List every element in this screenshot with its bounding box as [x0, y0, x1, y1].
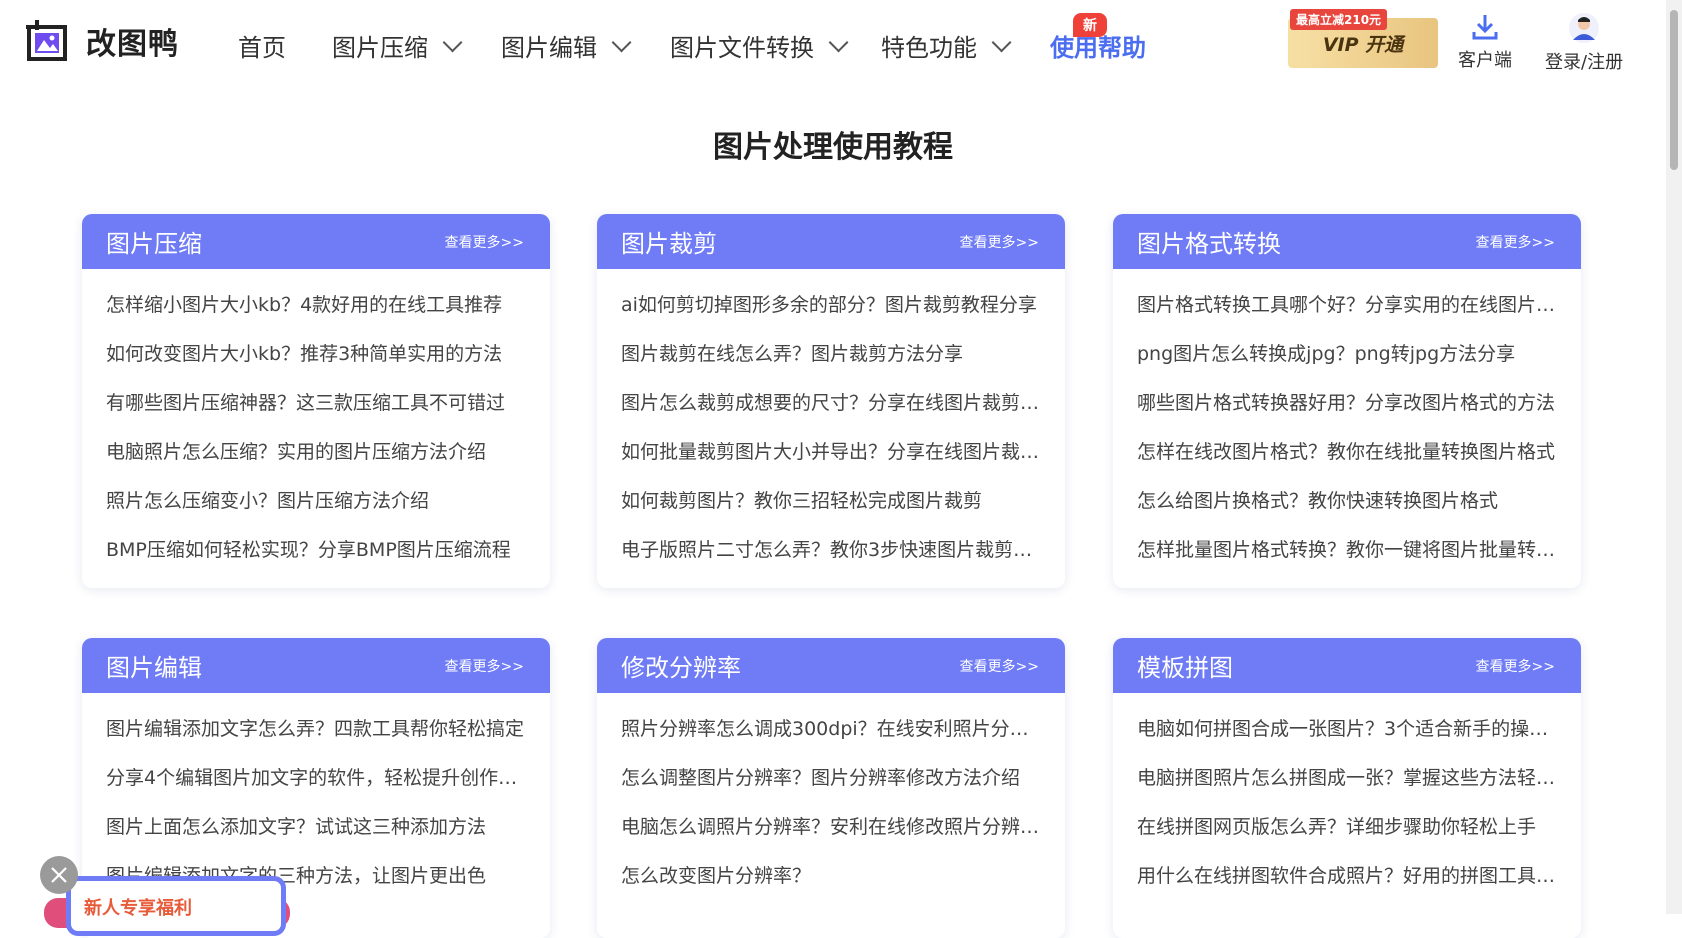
article-list: 照片分辨率怎么调成300dpi？在线安利照片分辨... 怎么调整图片分辨率？图片…: [597, 693, 1065, 901]
chevron-down-icon: [611, 32, 632, 52]
article-link[interactable]: ai如何剪切掉图形多余的部分？图片裁剪教程分享: [621, 281, 1041, 330]
top-header: 改图鸭 首页 图片压缩 图片编辑 图片文件转换 特色功能 新 使用帮助 VIP …: [0, 0, 1666, 88]
logo-text: 改图鸭: [86, 27, 179, 62]
card-header: 图片格式转换 查看更多>>: [1113, 214, 1581, 269]
article-link[interactable]: 图片格式转换工具哪个好？分享实用的在线图片格...: [1137, 281, 1557, 330]
nav-features[interactable]: 特色功能: [881, 28, 1012, 63]
promo-close-button[interactable]: [40, 856, 78, 894]
view-more-link[interactable]: 查看更多>>: [960, 656, 1039, 676]
article-link[interactable]: 怎么改变图片分辨率？: [621, 852, 1041, 901]
nav-home-label: 首页: [238, 34, 286, 62]
article-link[interactable]: 用什么在线拼图软件合成照片？好用的拼图工具安利: [1137, 852, 1557, 901]
article-link[interactable]: 电脑怎么调照片分辨率？安利在线修改照片分辨率...: [621, 803, 1041, 852]
scrollbar-thumb[interactable]: [1670, 10, 1678, 170]
article-link[interactable]: 如何裁剪图片？教你三招轻松完成图片裁剪: [621, 477, 1041, 526]
article-link[interactable]: png图片怎么转换成jpg？png转jpg方法分享: [1137, 330, 1557, 379]
tutorial-card-resolution: 修改分辨率 查看更多>> 照片分辨率怎么调成300dpi？在线安利照片分辨...…: [597, 638, 1065, 938]
nav-compress-label: 图片压缩: [332, 34, 428, 62]
nav-edit[interactable]: 图片编辑: [501, 28, 632, 63]
logo[interactable]: 改图鸭: [24, 18, 179, 64]
article-link[interactable]: 照片怎么压缩变小？图片压缩方法介绍: [106, 477, 526, 526]
article-list: 图片格式转换工具哪个好？分享实用的在线图片格... png图片怎么转换成jpg？…: [1113, 269, 1581, 575]
card-title: 修改分辨率: [621, 654, 741, 682]
login-label: 登录/注册: [1545, 52, 1624, 73]
article-link[interactable]: BMP压缩如何轻松实现？分享BMP图片压缩流程: [106, 526, 526, 575]
article-link[interactable]: 有哪些图片压缩神器？这三款压缩工具不可错过: [106, 379, 526, 428]
tutorial-card-compress: 图片压缩 查看更多>> 怎样缩小图片大小kb？4款好用的在线工具推荐 如何改变图…: [82, 214, 550, 588]
article-link[interactable]: 如何改变图片大小kb？推荐3种简单实用的方法: [106, 330, 526, 379]
page-title: 图片处理使用教程: [713, 130, 953, 165]
page-scrollbar[interactable]: [1666, 0, 1682, 914]
chevron-down-icon: [442, 32, 463, 52]
article-link[interactable]: 照片分辨率怎么调成300dpi？在线安利照片分辨...: [621, 705, 1041, 754]
article-link[interactable]: 图片怎么裁剪成想要的尺寸？分享在线图片裁剪的...: [621, 379, 1041, 428]
nav-edit-label: 图片编辑: [501, 34, 597, 62]
chevron-down-icon: [991, 32, 1012, 52]
nav-help-label: 使用帮助: [1050, 34, 1146, 62]
article-link[interactable]: 怎样在线改图片格式？教你在线批量转换图片格式: [1137, 428, 1557, 477]
card-header: 模板拼图 查看更多>>: [1113, 638, 1581, 693]
download-icon: [1472, 15, 1498, 40]
article-link[interactable]: 电脑拼图照片怎么拼图成一张？掌握这些方法轻松...: [1137, 754, 1557, 803]
tutorial-card-collage: 模板拼图 查看更多>> 电脑如何拼图合成一张图片？3个适合新手的操作... 电脑…: [1113, 638, 1581, 938]
card-title: 图片格式转换: [1137, 230, 1281, 258]
view-more-link[interactable]: 查看更多>>: [1476, 656, 1555, 676]
tutorial-card-crop: 图片裁剪 查看更多>> ai如何剪切掉图形多余的部分？图片裁剪教程分享 图片裁剪…: [597, 214, 1065, 588]
article-link[interactable]: 怎样缩小图片大小kb？4款好用的在线工具推荐: [106, 281, 526, 330]
card-header: 修改分辨率 查看更多>>: [597, 638, 1065, 693]
chevron-down-icon: [828, 32, 849, 52]
card-title: 模板拼图: [1137, 654, 1233, 682]
nav-help[interactable]: 使用帮助: [1050, 28, 1146, 63]
close-icon: [51, 867, 67, 883]
article-link[interactable]: 图片编辑添加文字怎么弄？四款工具帮你轻松搞定: [106, 705, 526, 754]
article-link[interactable]: 哪些图片格式转换器好用？分享改图片格式的方法: [1137, 379, 1557, 428]
tutorial-card-format: 图片格式转换 查看更多>> 图片格式转换工具哪个好？分享实用的在线图片格... …: [1113, 214, 1581, 588]
article-list: 图片编辑添加文字怎么弄？四款工具帮你轻松搞定 分享4个编辑图片加文字的软件，轻松…: [82, 693, 550, 901]
article-link[interactable]: 怎么给图片换格式？教你快速转换图片格式: [1137, 477, 1557, 526]
nav-convert-label: 图片文件转换: [670, 34, 814, 62]
vip-label: VIP 开通: [1322, 33, 1404, 56]
article-list: ai如何剪切掉图形多余的部分？图片裁剪教程分享 图片裁剪在线怎么弄？图片裁剪方法…: [597, 269, 1065, 575]
view-more-link[interactable]: 查看更多>>: [445, 656, 524, 676]
article-link[interactable]: 分享4个编辑图片加文字的软件，轻松提升创作效率: [106, 754, 526, 803]
nav-convert[interactable]: 图片文件转换: [670, 28, 849, 63]
article-link[interactable]: 图片上面怎么添加文字？试试这三种添加方法: [106, 803, 526, 852]
view-more-link[interactable]: 查看更多>>: [960, 232, 1039, 252]
article-link[interactable]: 电子版照片二寸怎么弄？教你3步快速图片裁剪方法: [621, 526, 1041, 575]
article-list: 电脑如何拼图合成一张图片？3个适合新手的操作... 电脑拼图照片怎么拼图成一张？…: [1113, 693, 1581, 901]
view-more-link[interactable]: 查看更多>>: [1476, 232, 1555, 252]
card-header: 图片编辑 查看更多>>: [82, 638, 550, 693]
article-link[interactable]: 图片裁剪在线怎么弄？图片裁剪方法分享: [621, 330, 1041, 379]
article-link[interactable]: 在线拼图网页版怎么弄？详细步骤助你轻松上手: [1137, 803, 1557, 852]
vip-discount-tag: 最高立减210元: [1290, 9, 1388, 30]
article-link[interactable]: 怎样批量图片格式转换？教你一键将图片批量转换...: [1137, 526, 1557, 575]
client-label: 客户端: [1458, 50, 1512, 71]
client-download-button[interactable]: 客户端: [1458, 12, 1512, 72]
card-title: 图片压缩: [106, 230, 202, 258]
promo-widget-text: 新人专享福利: [84, 898, 192, 919]
login-button[interactable]: 登录/注册: [1545, 12, 1623, 74]
article-link[interactable]: 电脑照片怎么压缩？实用的图片压缩方法介绍: [106, 428, 526, 477]
card-header: 图片压缩 查看更多>>: [82, 214, 550, 269]
nav-compress[interactable]: 图片压缩: [332, 28, 463, 63]
article-list: 怎样缩小图片大小kb？4款好用的在线工具推荐 如何改变图片大小kb？推荐3种简单…: [82, 269, 550, 575]
view-more-link[interactable]: 查看更多>>: [445, 232, 524, 252]
article-link[interactable]: 电脑如何拼图合成一张图片？3个适合新手的操作...: [1137, 705, 1557, 754]
card-header: 图片裁剪 查看更多>>: [597, 214, 1065, 269]
nav-features-label: 特色功能: [881, 34, 977, 62]
logo-icon: [24, 18, 70, 64]
nav-home[interactable]: 首页: [238, 28, 286, 63]
article-link[interactable]: 如何批量裁剪图片大小并导出？分享在线图片裁剪...: [621, 428, 1041, 477]
card-title: 图片裁剪: [621, 230, 717, 258]
article-link[interactable]: 怎么调整图片分辨率？图片分辨率修改方法介绍: [621, 754, 1041, 803]
card-title: 图片编辑: [106, 654, 202, 682]
avatar-icon: [1569, 13, 1600, 43]
